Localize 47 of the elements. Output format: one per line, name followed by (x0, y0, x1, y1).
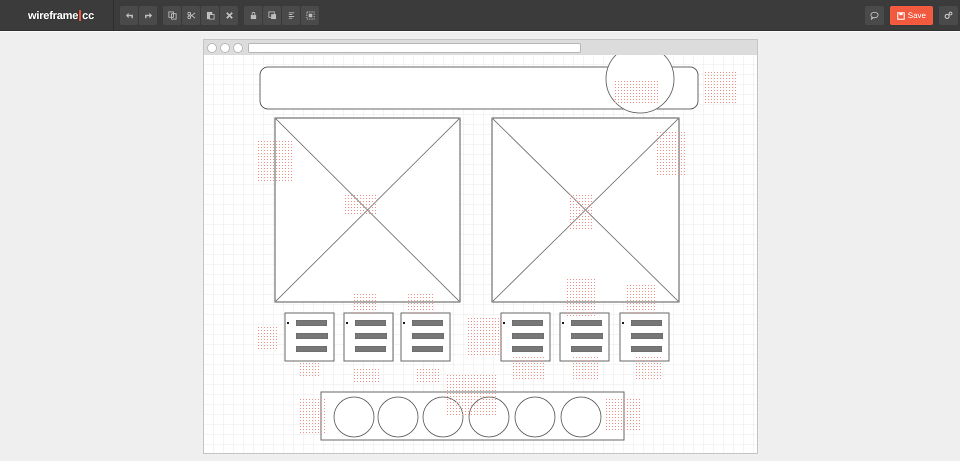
dotted-patch (298, 363, 320, 378)
paste-icon (206, 11, 214, 20)
window-dot (220, 42, 230, 52)
close-icon (224, 11, 234, 20)
copy-button[interactable] (163, 6, 181, 25)
align-button[interactable] (282, 6, 300, 25)
paste-button[interactable] (201, 6, 219, 25)
window-dot (232, 42, 242, 52)
circle-shape (514, 396, 555, 438)
dotted-patch (352, 368, 380, 383)
arrange-button[interactable] (263, 6, 281, 25)
dotted-patch (512, 355, 544, 380)
redo-button[interactable] (139, 6, 157, 25)
circle-shape (333, 396, 374, 438)
undo-button[interactable] (120, 6, 138, 25)
scissors-icon (186, 11, 196, 20)
group-button[interactable] (301, 6, 319, 25)
window-dot (206, 42, 216, 52)
settings-button[interactable] (939, 6, 958, 25)
dotted-patch (416, 368, 438, 383)
lock-icon (248, 11, 258, 20)
group-icon (306, 11, 314, 20)
dotted-patch (446, 375, 496, 417)
logo: wireframe cc (28, 10, 96, 22)
settings-icon (944, 11, 953, 20)
lock-button[interactable] (244, 6, 262, 25)
circle-shape (560, 396, 601, 438)
redo-icon (144, 11, 152, 20)
dotted-patch (624, 285, 656, 315)
list-card (343, 312, 393, 362)
align-icon (286, 11, 296, 20)
dotted-patch (636, 355, 660, 380)
speech-bubble-icon (870, 11, 879, 20)
save-button[interactable]: Save (890, 6, 933, 25)
delete-button[interactable] (220, 6, 238, 25)
layers-icon (268, 11, 276, 20)
comment-button[interactable] (864, 6, 884, 25)
floppy-icon (896, 12, 905, 20)
copy-icon (168, 11, 176, 20)
circle-shape (377, 396, 418, 438)
list-card (619, 312, 669, 362)
undo-icon (124, 11, 134, 20)
cut-button[interactable] (182, 6, 200, 25)
dotted-patch (702, 72, 738, 104)
list-card (284, 312, 334, 362)
list-card (400, 312, 450, 362)
dotted-patch (466, 316, 502, 356)
